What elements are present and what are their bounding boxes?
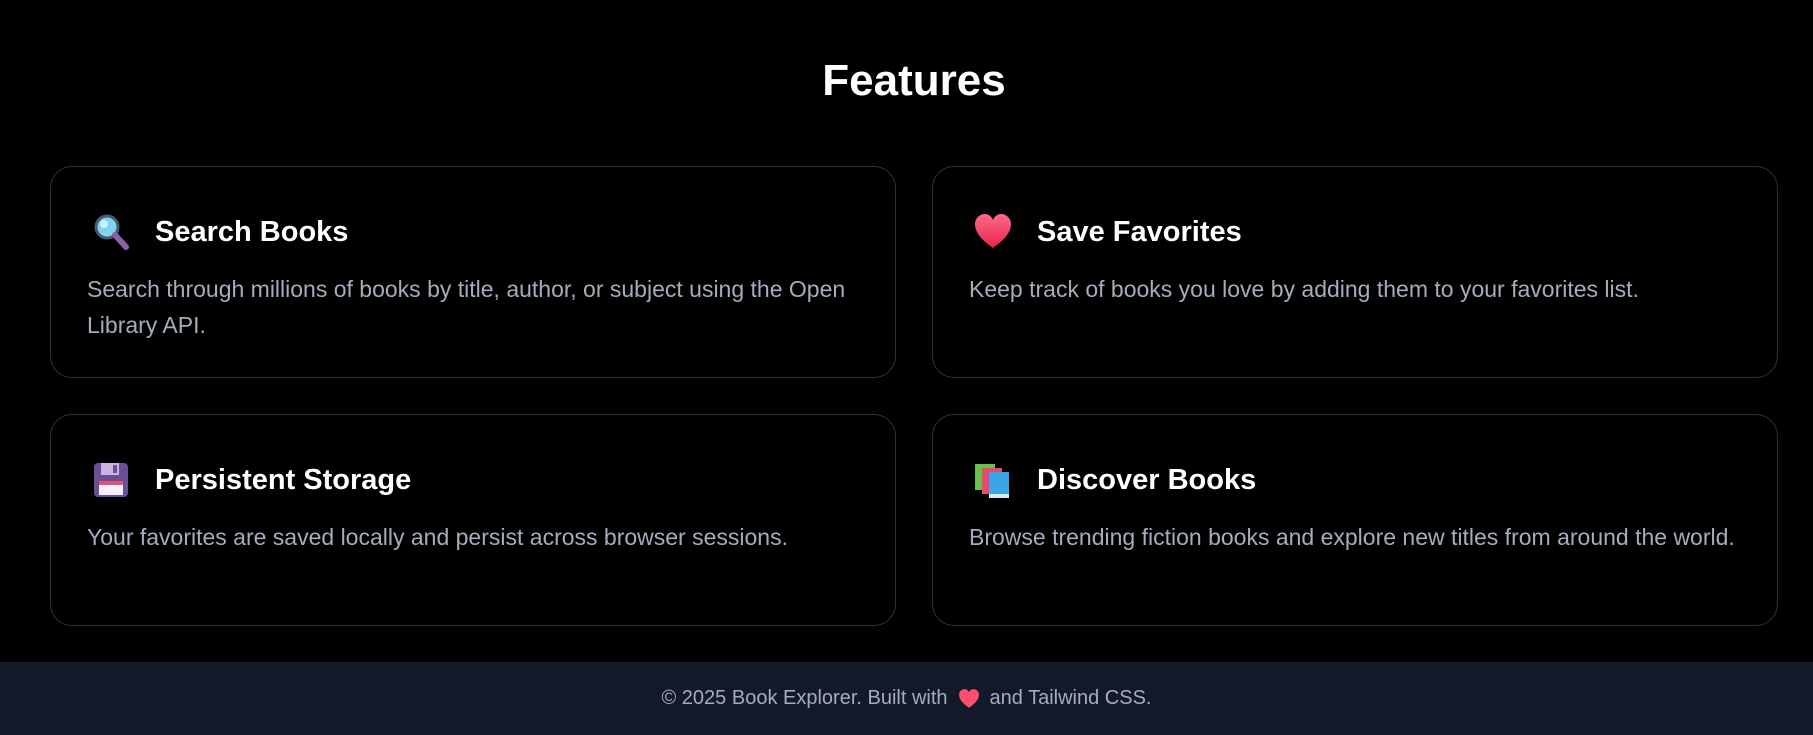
feature-description: Keep track of books you love by adding t…	[969, 276, 1639, 302]
feature-title: Save Favorites	[1037, 216, 1242, 248]
feature-description: Your favorites are saved locally and per…	[87, 524, 788, 550]
feature-card-discover-books: Discover Books Browse trending fiction b…	[932, 414, 1778, 626]
heart-icon	[958, 688, 980, 710]
books-icon	[973, 460, 1013, 500]
features-heading: Features	[822, 56, 1006, 105]
floppy-disk-icon	[91, 460, 131, 500]
feature-title: Discover Books	[1037, 464, 1257, 496]
magnifying-glass-icon	[91, 212, 131, 252]
footer: © 2025 Book Explorer. Built with and Tai…	[0, 662, 1813, 735]
feature-title: Search Books	[155, 216, 349, 248]
footer-text-prefix: © 2025 Book Explorer. Built with	[661, 687, 948, 709]
page: Features Search Books Search through mil…	[0, 0, 1813, 735]
feature-description: Search through millions of books by titl…	[87, 276, 846, 338]
feature-description: Browse trending fiction books and explor…	[969, 524, 1735, 550]
features-section: Features Search Books Search through mil…	[0, 0, 1813, 662]
footer-text-suffix: and Tailwind CSS.	[989, 687, 1152, 709]
heart-icon	[973, 212, 1013, 252]
feature-card-persistent-storage: Persistent Storage Your favorites are sa…	[50, 414, 896, 626]
feature-card-search-books: Search Books Search through millions of …	[50, 166, 896, 378]
feature-title: Persistent Storage	[155, 464, 412, 496]
feature-card-save-favorites: Save Favorites Keep track of books you l…	[932, 166, 1778, 378]
